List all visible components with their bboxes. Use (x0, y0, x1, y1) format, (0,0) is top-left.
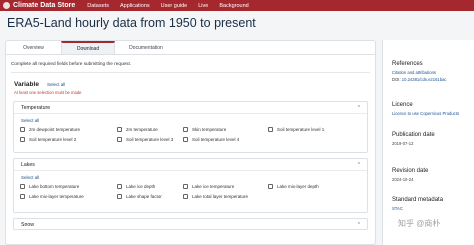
option-soil-temperature-level-2[interactable]: Soil temperature level 2 (20, 136, 117, 143)
option-lake-total-layer-temperature[interactable]: Lake total layer temperature (183, 193, 268, 200)
option-soil-temperature-level-3[interactable]: Soil temperature level 3 (117, 136, 183, 143)
temperature-group-title: Temperature (21, 104, 51, 111)
option-lake-shape-factor[interactable]: Lake shape factor (117, 193, 183, 200)
references-heading: References (392, 61, 423, 67)
variable-select-all-link[interactable]: Select all (47, 82, 65, 87)
checkbox[interactable] (20, 127, 25, 132)
checkbox[interactable] (117, 127, 122, 132)
chevron-up-icon[interactable]: ⌃ (357, 162, 361, 168)
option-label: Lake ice temperature (192, 184, 235, 189)
option-lake-bottom-temperature[interactable]: Lake bottom temperature (20, 183, 117, 190)
temperature-group: Temperature ⌃ Select all 2m dewpoint tem… (13, 101, 368, 153)
option-label: Lake mix-layer depth (277, 184, 319, 189)
doi-link[interactable]: 10.24381/cds.e2161bac (402, 77, 447, 82)
checkbox[interactable] (20, 194, 25, 199)
lakes-select-all-link[interactable]: Select all (21, 175, 361, 180)
stac-link[interactable]: STAC (392, 206, 443, 211)
lakes-group: Lakes ⌃ Select all Lake bottom temperatu… (13, 158, 368, 213)
revision-date-section: Revision date 2024-10-24 (383, 168, 428, 182)
checkbox[interactable] (117, 194, 122, 199)
option-2m-temperature[interactable]: 2m temperature (117, 126, 183, 133)
snow-group-header[interactable]: Snow ⌃ (14, 219, 367, 231)
nav-live[interactable]: Live (198, 3, 208, 9)
nav-user-guide[interactable]: User guide (161, 3, 188, 9)
option-label: Soil temperature level 3 (126, 137, 174, 142)
option-lake-ice-depth[interactable]: Lake ice depth (117, 183, 183, 190)
option-lake-mix-layer-depth[interactable]: Lake mix-layer depth (268, 183, 358, 190)
option-skin-temperature[interactable]: Skin temperature (183, 126, 268, 133)
top-nav-bar: Climate Data Store Datasets Applications… (0, 0, 474, 11)
checkbox[interactable] (268, 184, 273, 189)
checkbox[interactable] (268, 127, 273, 132)
option-label: Skin temperature (192, 127, 227, 132)
references-section: References Citation and attributions DOI… (383, 61, 447, 82)
dataset-info-sidebar: References Citation and attributions DOI… (382, 40, 474, 245)
checkbox[interactable] (183, 194, 188, 199)
nav-background[interactable]: Background (219, 3, 248, 9)
checkbox[interactable] (183, 127, 188, 132)
option-soil-temperature-level-4[interactable]: Soil temperature level 4 (183, 136, 268, 143)
snow-group-title: Snow (21, 222, 34, 228)
option-2m-dewpoint-temperature[interactable]: 2m dewpoint temperature (20, 126, 117, 133)
option-label: 2m dewpoint temperature (29, 127, 81, 132)
checkbox[interactable] (20, 137, 25, 142)
publication-date-value: 2019-07-12 (392, 141, 414, 146)
download-form-card: Overview Download Documentation Complete… (5, 40, 376, 245)
metadata-section: Standard metadata STAC (383, 197, 443, 211)
variable-header: Variable Select all (14, 81, 375, 88)
option-label: 2m temperature (126, 127, 158, 132)
metadata-heading: Standard metadata (392, 197, 444, 203)
option-label: Lake bottom temperature (29, 184, 80, 189)
brand[interactable]: Climate Data Store (0, 2, 75, 9)
nav-datasets[interactable]: Datasets (87, 3, 109, 9)
licence-heading: Licence (392, 102, 413, 108)
tab-documentation[interactable]: Documentation (115, 41, 177, 54)
snow-group: Snow ⌃ (13, 218, 368, 230)
publication-date-heading: Publication date (392, 132, 435, 138)
nav-applications[interactable]: Applications (120, 3, 150, 9)
option-label: Soil temperature level 1 (277, 127, 325, 132)
checkbox[interactable] (20, 184, 25, 189)
licence-link[interactable]: Licence to use Copernicus Products (392, 111, 459, 116)
doi-row: DOI: 10.24381/cds.e2161bac (392, 77, 447, 82)
option-label: Lake total layer temperature (192, 194, 249, 199)
revision-date-heading: Revision date (392, 168, 429, 174)
main-nav: Datasets Applications User guide Live Ba… (87, 3, 259, 9)
brand-name: Climate Data Store (13, 2, 76, 9)
option-label: Lake mix-layer temperature (29, 194, 84, 199)
checkbox[interactable] (117, 184, 122, 189)
lakes-group-title: Lakes (21, 161, 35, 168)
tab-download[interactable]: Download (61, 41, 115, 54)
publication-date-section: Publication date 2019-07-12 (383, 132, 435, 146)
option-label: Soil temperature level 4 (192, 137, 240, 142)
option-lake-ice-temperature[interactable]: Lake ice temperature (183, 183, 268, 190)
page-title: ERA5-Land hourly data from 1950 to prese… (7, 16, 256, 30)
temperature-select-all-link[interactable]: Select all (21, 118, 361, 123)
option-label: Lake shape factor (126, 194, 162, 199)
tab-overview[interactable]: Overview (6, 41, 61, 54)
required-fields-notice: Complete all required fields before subm… (11, 61, 370, 73)
checkbox[interactable] (117, 137, 122, 142)
option-label: Soil temperature level 2 (29, 137, 77, 142)
doi-label: DOI: (392, 77, 401, 82)
licence-section: Licence Licence to use Copernicus Produc… (383, 102, 459, 116)
citation-link[interactable]: Citation and attributions (392, 70, 447, 75)
variable-required-message: At least one selection must be made (14, 90, 82, 95)
tab-bar: Overview Download Documentation (6, 41, 375, 55)
lakes-group-header[interactable]: Lakes ⌃ (14, 159, 367, 171)
watermark: 知乎 @商朴 (398, 219, 441, 228)
logo-circle-icon (3, 2, 10, 9)
chevron-up-icon[interactable]: ⌃ (357, 222, 361, 228)
variable-title: Variable (14, 81, 39, 88)
option-label: Lake ice depth (126, 184, 156, 189)
checkbox[interactable] (183, 137, 188, 142)
option-soil-temperature-level-1[interactable]: Soil temperature level 1 (268, 126, 358, 133)
checkbox[interactable] (183, 184, 188, 189)
revision-date-value: 2024-10-24 (392, 177, 414, 182)
chevron-up-icon[interactable]: ⌃ (357, 105, 361, 111)
temperature-group-header[interactable]: Temperature ⌃ (14, 102, 367, 114)
option-lake-mix-layer-temperature[interactable]: Lake mix-layer temperature (20, 193, 117, 200)
